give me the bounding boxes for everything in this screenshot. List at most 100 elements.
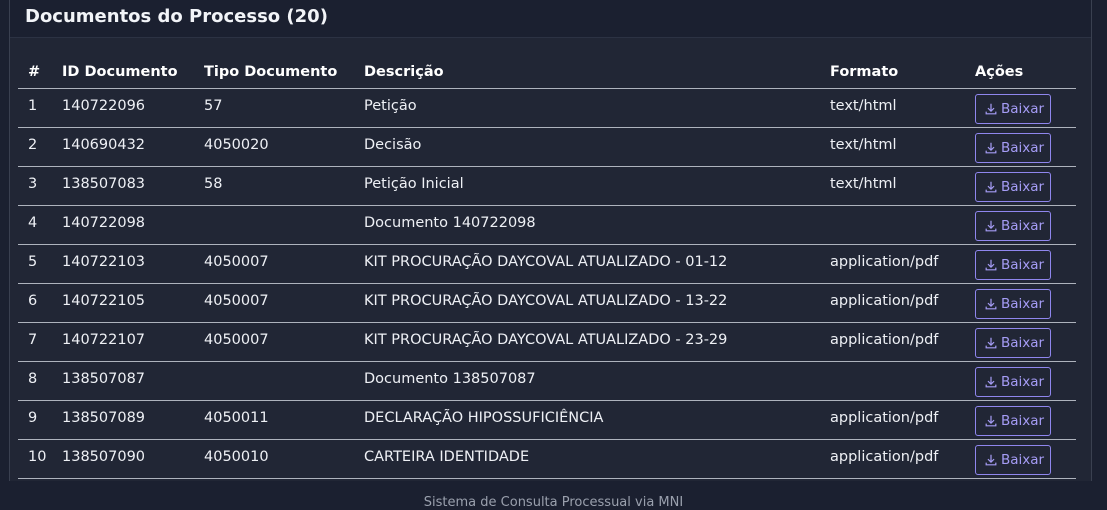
table-row: 4 140722098 Documento 140722098 Baixar — [18, 205, 1076, 245]
col-description-header: Descrição — [354, 56, 820, 89]
download-button-label: Baixar — [1001, 257, 1045, 273]
table-row: 3 138507083 58 Petição Inicial text/html Baix… — [18, 166, 1076, 206]
document-id: 140722103 — [52, 244, 194, 284]
row-number: 4 — [18, 205, 52, 245]
document-format: application/pdf — [820, 400, 965, 440]
document-description: KIT PROCURAÇÃO DAYCOVAL ATUALIZADO - 01-… — [354, 244, 820, 284]
table-row: 2 140690432 4050020 Decisão text/html Baixar — [18, 127, 1076, 167]
row-number: 7 — [18, 322, 52, 362]
download-button[interactable]: Baixar — [975, 289, 1051, 319]
table-row: 9 138507089 4050011 DECLARAÇÃO HIPOSSUFICIÊ… — [18, 400, 1076, 440]
col-number-header: # — [18, 56, 52, 89]
document-format: text/html — [820, 166, 965, 206]
row-actions: Baixar — [965, 361, 1076, 401]
row-actions: Baixar — [965, 166, 1076, 206]
table-row: 1 140722096 57 Petição text/html Baixar — [18, 88, 1076, 128]
row-number: 8 — [18, 361, 52, 401]
document-description: Decisão — [354, 127, 820, 167]
document-description: DECLARAÇÃO HIPOSSUFICIÊNCIA — [354, 400, 820, 440]
documents-card: Documentos do Processo (20) # ID Documen… — [9, 0, 1092, 481]
document-description: Documento 138507087 — [354, 361, 820, 401]
row-actions: Baixar — [965, 322, 1076, 362]
document-description: Petição Inicial — [354, 166, 820, 206]
table-header-row: # ID Documento Tipo Documento Descrição … — [18, 56, 1076, 89]
row-actions: Baixar — [965, 205, 1076, 245]
download-icon — [985, 181, 997, 193]
row-number: 5 — [18, 244, 52, 284]
download-button-label: Baixar — [1001, 140, 1045, 156]
document-type: 4050020 — [194, 127, 354, 167]
download-icon — [985, 103, 997, 115]
document-type: 4050007 — [194, 283, 354, 323]
download-button[interactable]: Baixar — [975, 172, 1051, 202]
document-format: text/html — [820, 127, 965, 167]
download-button[interactable]: Baixar — [975, 250, 1051, 280]
document-id: 140722098 — [52, 205, 194, 245]
row-number: 3 — [18, 166, 52, 206]
download-button[interactable]: Baixar — [975, 328, 1051, 358]
row-actions: Baixar — [965, 439, 1076, 479]
document-type — [194, 361, 354, 401]
document-id: 138507087 — [52, 361, 194, 401]
row-actions: Baixar — [965, 400, 1076, 440]
download-icon — [985, 415, 997, 427]
document-id: 140690432 — [52, 127, 194, 167]
download-button[interactable]: Baixar — [975, 367, 1051, 397]
document-format — [820, 361, 965, 401]
download-button-label: Baixar — [1001, 413, 1045, 429]
document-description: CARTEIRA IDENTIDADE — [354, 439, 820, 479]
document-format: text/html — [820, 88, 965, 128]
download-icon — [985, 376, 997, 388]
row-actions: Baixar — [965, 283, 1076, 323]
document-format: application/pdf — [820, 439, 965, 479]
document-type: 4050010 — [194, 439, 354, 479]
document-type: 4050007 — [194, 322, 354, 362]
document-type: 57 — [194, 88, 354, 128]
document-id: 138507083 — [52, 166, 194, 206]
col-type-header: Tipo Documento — [194, 56, 354, 89]
table-row: 10 138507090 4050010 CARTEIRA IDENTIDADE app… — [18, 439, 1076, 479]
col-actions-header: Ações — [965, 56, 1076, 89]
table-row: 8 138507087 Documento 138507087 Baixar — [18, 361, 1076, 401]
document-type: 58 — [194, 166, 354, 206]
row-actions: Baixar — [965, 244, 1076, 284]
document-description: KIT PROCURAÇÃO DAYCOVAL ATUALIZADO - 13-… — [354, 283, 820, 323]
document-id: 140722096 — [52, 88, 194, 128]
download-icon — [985, 454, 997, 466]
download-button-label: Baixar — [1001, 218, 1045, 234]
documents-table: # ID Documento Tipo Documento Descrição … — [18, 56, 1076, 479]
table-row: 6 140722105 4050007 KIT PROCURAÇÃO DAYCOVAL… — [18, 283, 1076, 323]
download-button-label: Baixar — [1001, 296, 1045, 312]
download-button[interactable]: Baixar — [975, 211, 1051, 241]
download-button-label: Baixar — [1001, 452, 1045, 468]
section-title: Documentos do Processo (20) — [25, 6, 328, 27]
col-format-header: Formato — [820, 56, 965, 89]
row-number: 10 — [18, 439, 52, 479]
download-icon — [985, 298, 997, 310]
download-button[interactable]: Baixar — [975, 406, 1051, 436]
download-button[interactable]: Baixar — [975, 133, 1051, 163]
document-type — [194, 205, 354, 245]
document-id: 140722107 — [52, 322, 194, 362]
document-format: application/pdf — [820, 283, 965, 323]
card-header: Documentos do Processo (20) — [10, 0, 1091, 38]
document-id: 138507089 — [52, 400, 194, 440]
download-button[interactable]: Baixar — [975, 94, 1051, 124]
table-row: 7 140722107 4050007 KIT PROCURAÇÃO DAYCOVAL… — [18, 322, 1076, 362]
download-icon — [985, 142, 997, 154]
download-button-label: Baixar — [1001, 179, 1045, 195]
row-number: 6 — [18, 283, 52, 323]
document-description: Petição — [354, 88, 820, 128]
download-button[interactable]: Baixar — [975, 445, 1051, 475]
document-type: 4050007 — [194, 244, 354, 284]
document-format: application/pdf — [820, 244, 965, 284]
download-button-label: Baixar — [1001, 374, 1045, 390]
download-icon — [985, 337, 997, 349]
document-id: 138507090 — [52, 439, 194, 479]
document-type: 4050011 — [194, 400, 354, 440]
document-id: 140722105 — [52, 283, 194, 323]
row-number: 2 — [18, 127, 52, 167]
col-id-header: ID Documento — [52, 56, 194, 89]
row-number: 1 — [18, 88, 52, 128]
table-row: 5 140722103 4050007 KIT PROCURAÇÃO DAYCOVAL… — [18, 244, 1076, 284]
